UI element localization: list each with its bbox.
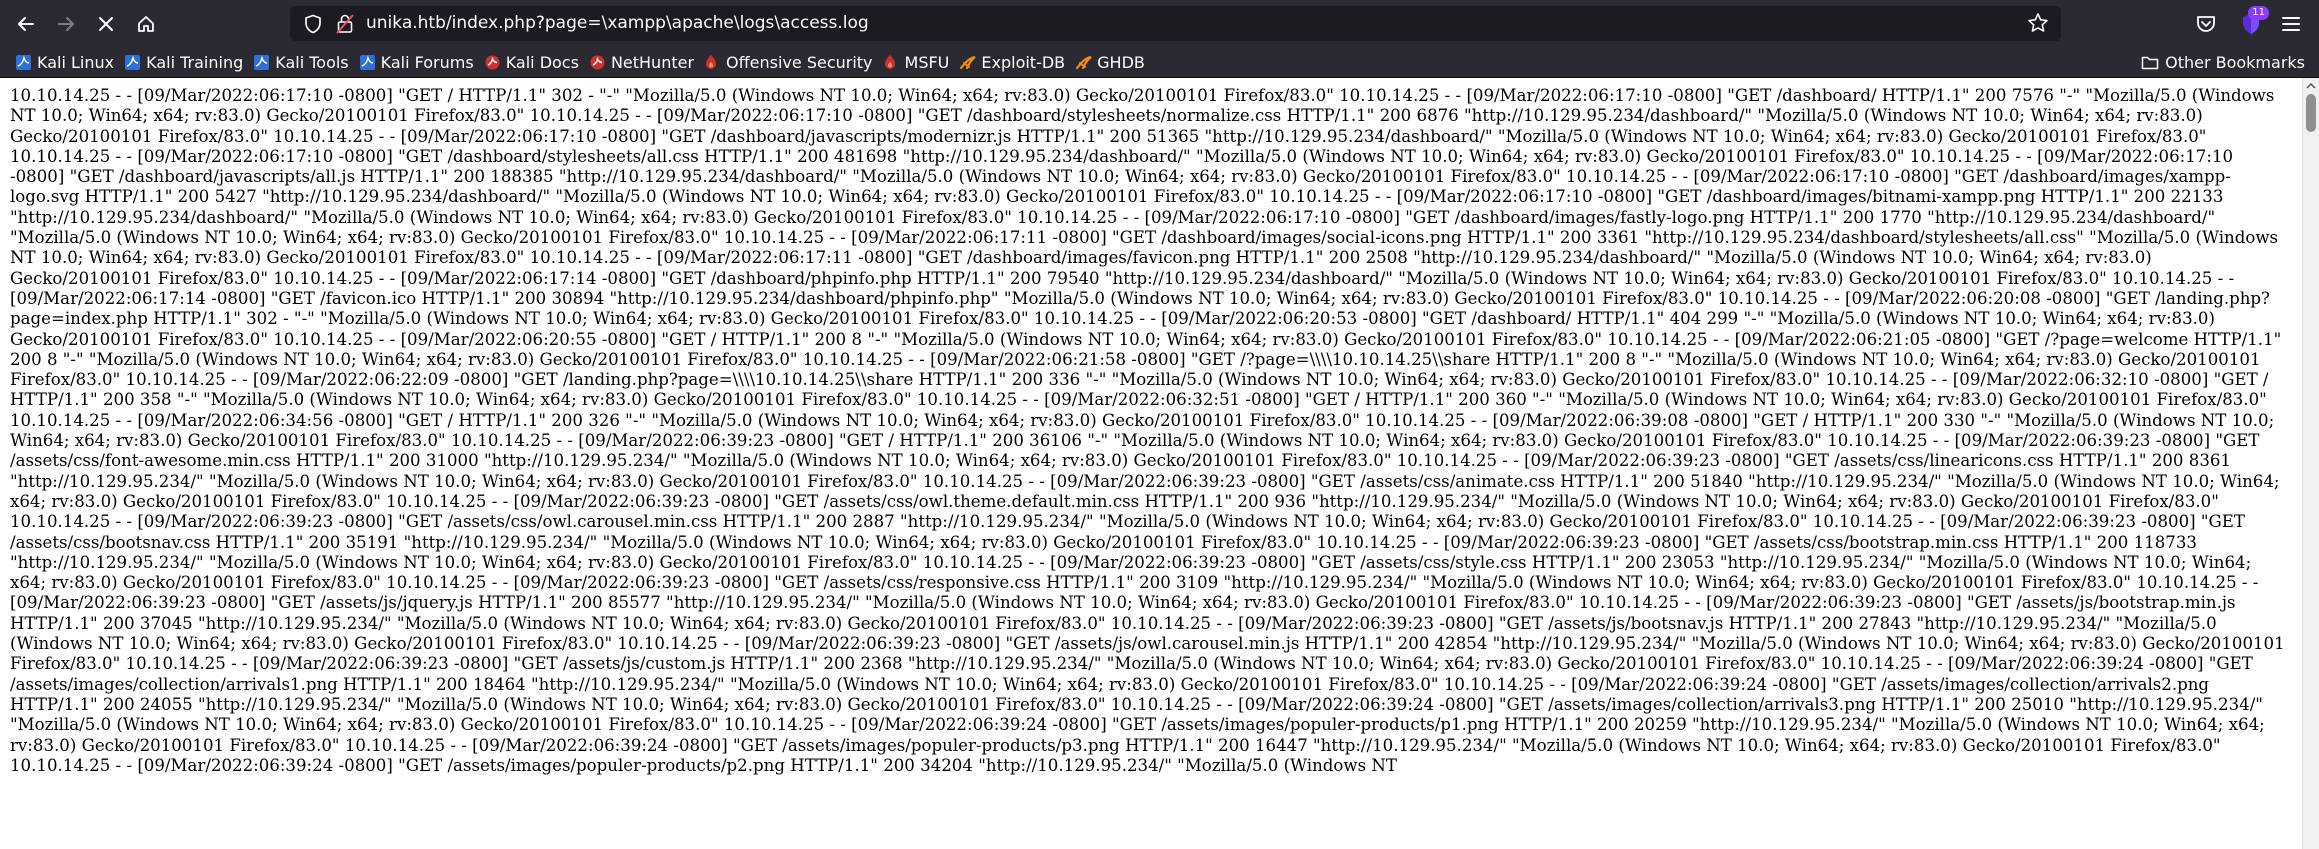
bookmark-label: Offensive Security [726,53,873,72]
hamburger-menu-icon [2282,17,2300,31]
bookmark-kali-tools[interactable]: Kali Tools [250,49,355,76]
other-bookmarks-button[interactable]: Other Bookmarks [2141,49,2305,76]
extension-badge: 11 [2248,6,2269,20]
bookmark-nethunter[interactable]: NetHunter [586,49,701,76]
kali-red-dragon-icon [589,54,606,71]
url-text[interactable]: unika.htb/index.php?page=\xampp\apache\l… [366,6,869,41]
exploitdb-icon [959,54,977,71]
stop-x-icon [99,17,113,31]
folder-icon [2141,56,2159,69]
other-bookmarks-label: Other Bookmarks [2165,53,2305,72]
scroll-up-button[interactable] [2303,78,2319,92]
bookmark-offensive-security[interactable]: Offensive Security [701,49,879,76]
insecure-lock-icon[interactable] [336,13,354,34]
offsec-icon [704,54,721,71]
bookmark-label: Kali Training [146,53,244,72]
bookmark-label: GHDB [1097,53,1145,72]
tracking-protection-shield-icon[interactable] [304,14,322,34]
stop-button[interactable] [90,8,122,40]
pocket-button[interactable] [2190,8,2222,40]
bookmark-kali-linux[interactable]: Kali Linux [12,49,121,76]
access-log-text: 10.10.14.25 - - [09/Mar/2022:06:17:10 -0… [10,86,2290,775]
kali-dragon-icon [15,54,32,71]
pocket-icon [2197,16,2215,32]
kali-dragon-icon [359,54,376,71]
kali-dragon-icon [253,54,270,71]
bookmark-exploit-db[interactable]: Exploit-DB [956,49,1072,76]
scroll-up-arrow-icon [2306,82,2316,89]
navigation-toolbar: unika.htb/index.php?page=\xampp\apache\l… [0,0,2319,47]
exploitdb-icon [1075,54,1092,71]
bookmark-star-icon[interactable] [2027,12,2049,34]
bookmark-list: Kali Linux Kali Training Kali Tools Kali Fo… [12,47,1152,78]
forward-arrow-icon [58,17,74,31]
scrollbar-thumb[interactable] [2306,94,2316,132]
bookmark-kali-training[interactable]: Kali Training [121,49,250,76]
home-icon [138,16,154,32]
bookmark-label: Exploit-DB [981,53,1066,72]
back-button[interactable] [10,8,42,40]
extension-button[interactable]: 11 [2235,6,2269,40]
bookmarks-toolbar: Kali Linux Kali Training Kali Tools Kali Fo… [0,47,2319,78]
home-button[interactable] [130,8,162,40]
back-arrow-icon [18,17,34,31]
kali-dragon-icon [124,54,141,71]
forward-button[interactable] [50,8,82,40]
bookmark-label: Kali Docs [505,53,579,72]
bookmark-ghdb[interactable]: GHDB [1072,49,1152,76]
bookmark-kali-forums[interactable]: Kali Forums [356,49,481,76]
bookmark-label: Kali Tools [275,53,349,72]
bookmark-msfu[interactable]: MSFU [880,49,957,76]
bookmark-label: NetHunter [610,53,695,72]
page-content: 10.10.14.25 - - [09/Mar/2022:06:17:10 -0… [0,78,2302,849]
bookmark-label: MSFU [904,53,950,72]
url-bar[interactable]: unika.htb/index.php?page=\xampp\apache\l… [290,6,2061,41]
app-menu-button[interactable] [2275,8,2307,40]
bookmark-label: Kali Forums [380,53,474,72]
bookmark-label: Kali Linux [37,53,115,72]
kali-red-dragon-icon [484,54,501,71]
vertical-scrollbar[interactable] [2302,78,2319,849]
offsec-icon [883,54,900,71]
bookmark-kali-docs[interactable]: Kali Docs [481,49,586,76]
